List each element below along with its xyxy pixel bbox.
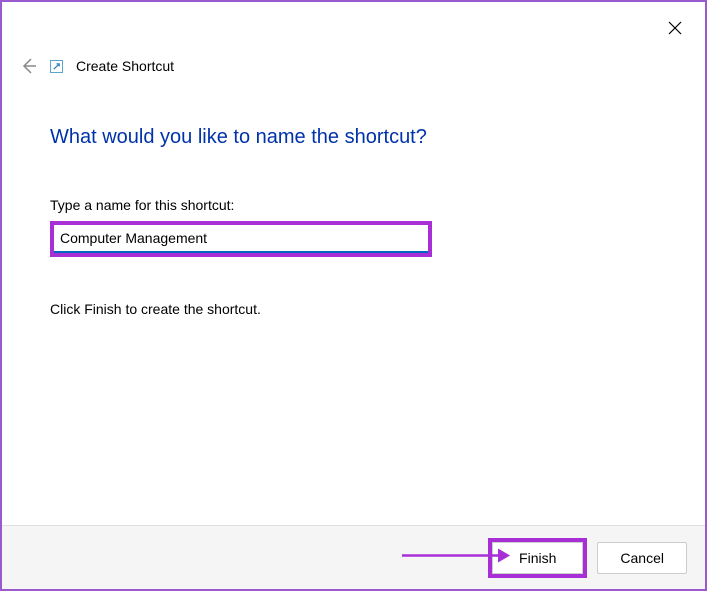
cancel-button[interactable]: Cancel xyxy=(597,542,687,574)
input-highlight-wrapper xyxy=(50,221,432,257)
content-area: What would you like to name the shortcut… xyxy=(2,78,705,317)
input-label: Type a name for this shortcut: xyxy=(50,197,657,213)
back-button[interactable] xyxy=(16,54,40,78)
footer: Finish Cancel xyxy=(2,525,705,589)
close-button[interactable] xyxy=(665,18,685,38)
header: Create Shortcut xyxy=(2,2,705,78)
help-text: Click Finish to create the shortcut. xyxy=(50,301,657,317)
shortcut-icon xyxy=(48,58,64,74)
window-title: Create Shortcut xyxy=(76,58,174,74)
close-icon xyxy=(668,21,682,35)
annotation-arrow xyxy=(402,545,512,570)
shortcut-name-input[interactable] xyxy=(54,225,428,253)
back-arrow-icon xyxy=(19,57,37,75)
page-heading: What would you like to name the shortcut… xyxy=(50,126,657,149)
